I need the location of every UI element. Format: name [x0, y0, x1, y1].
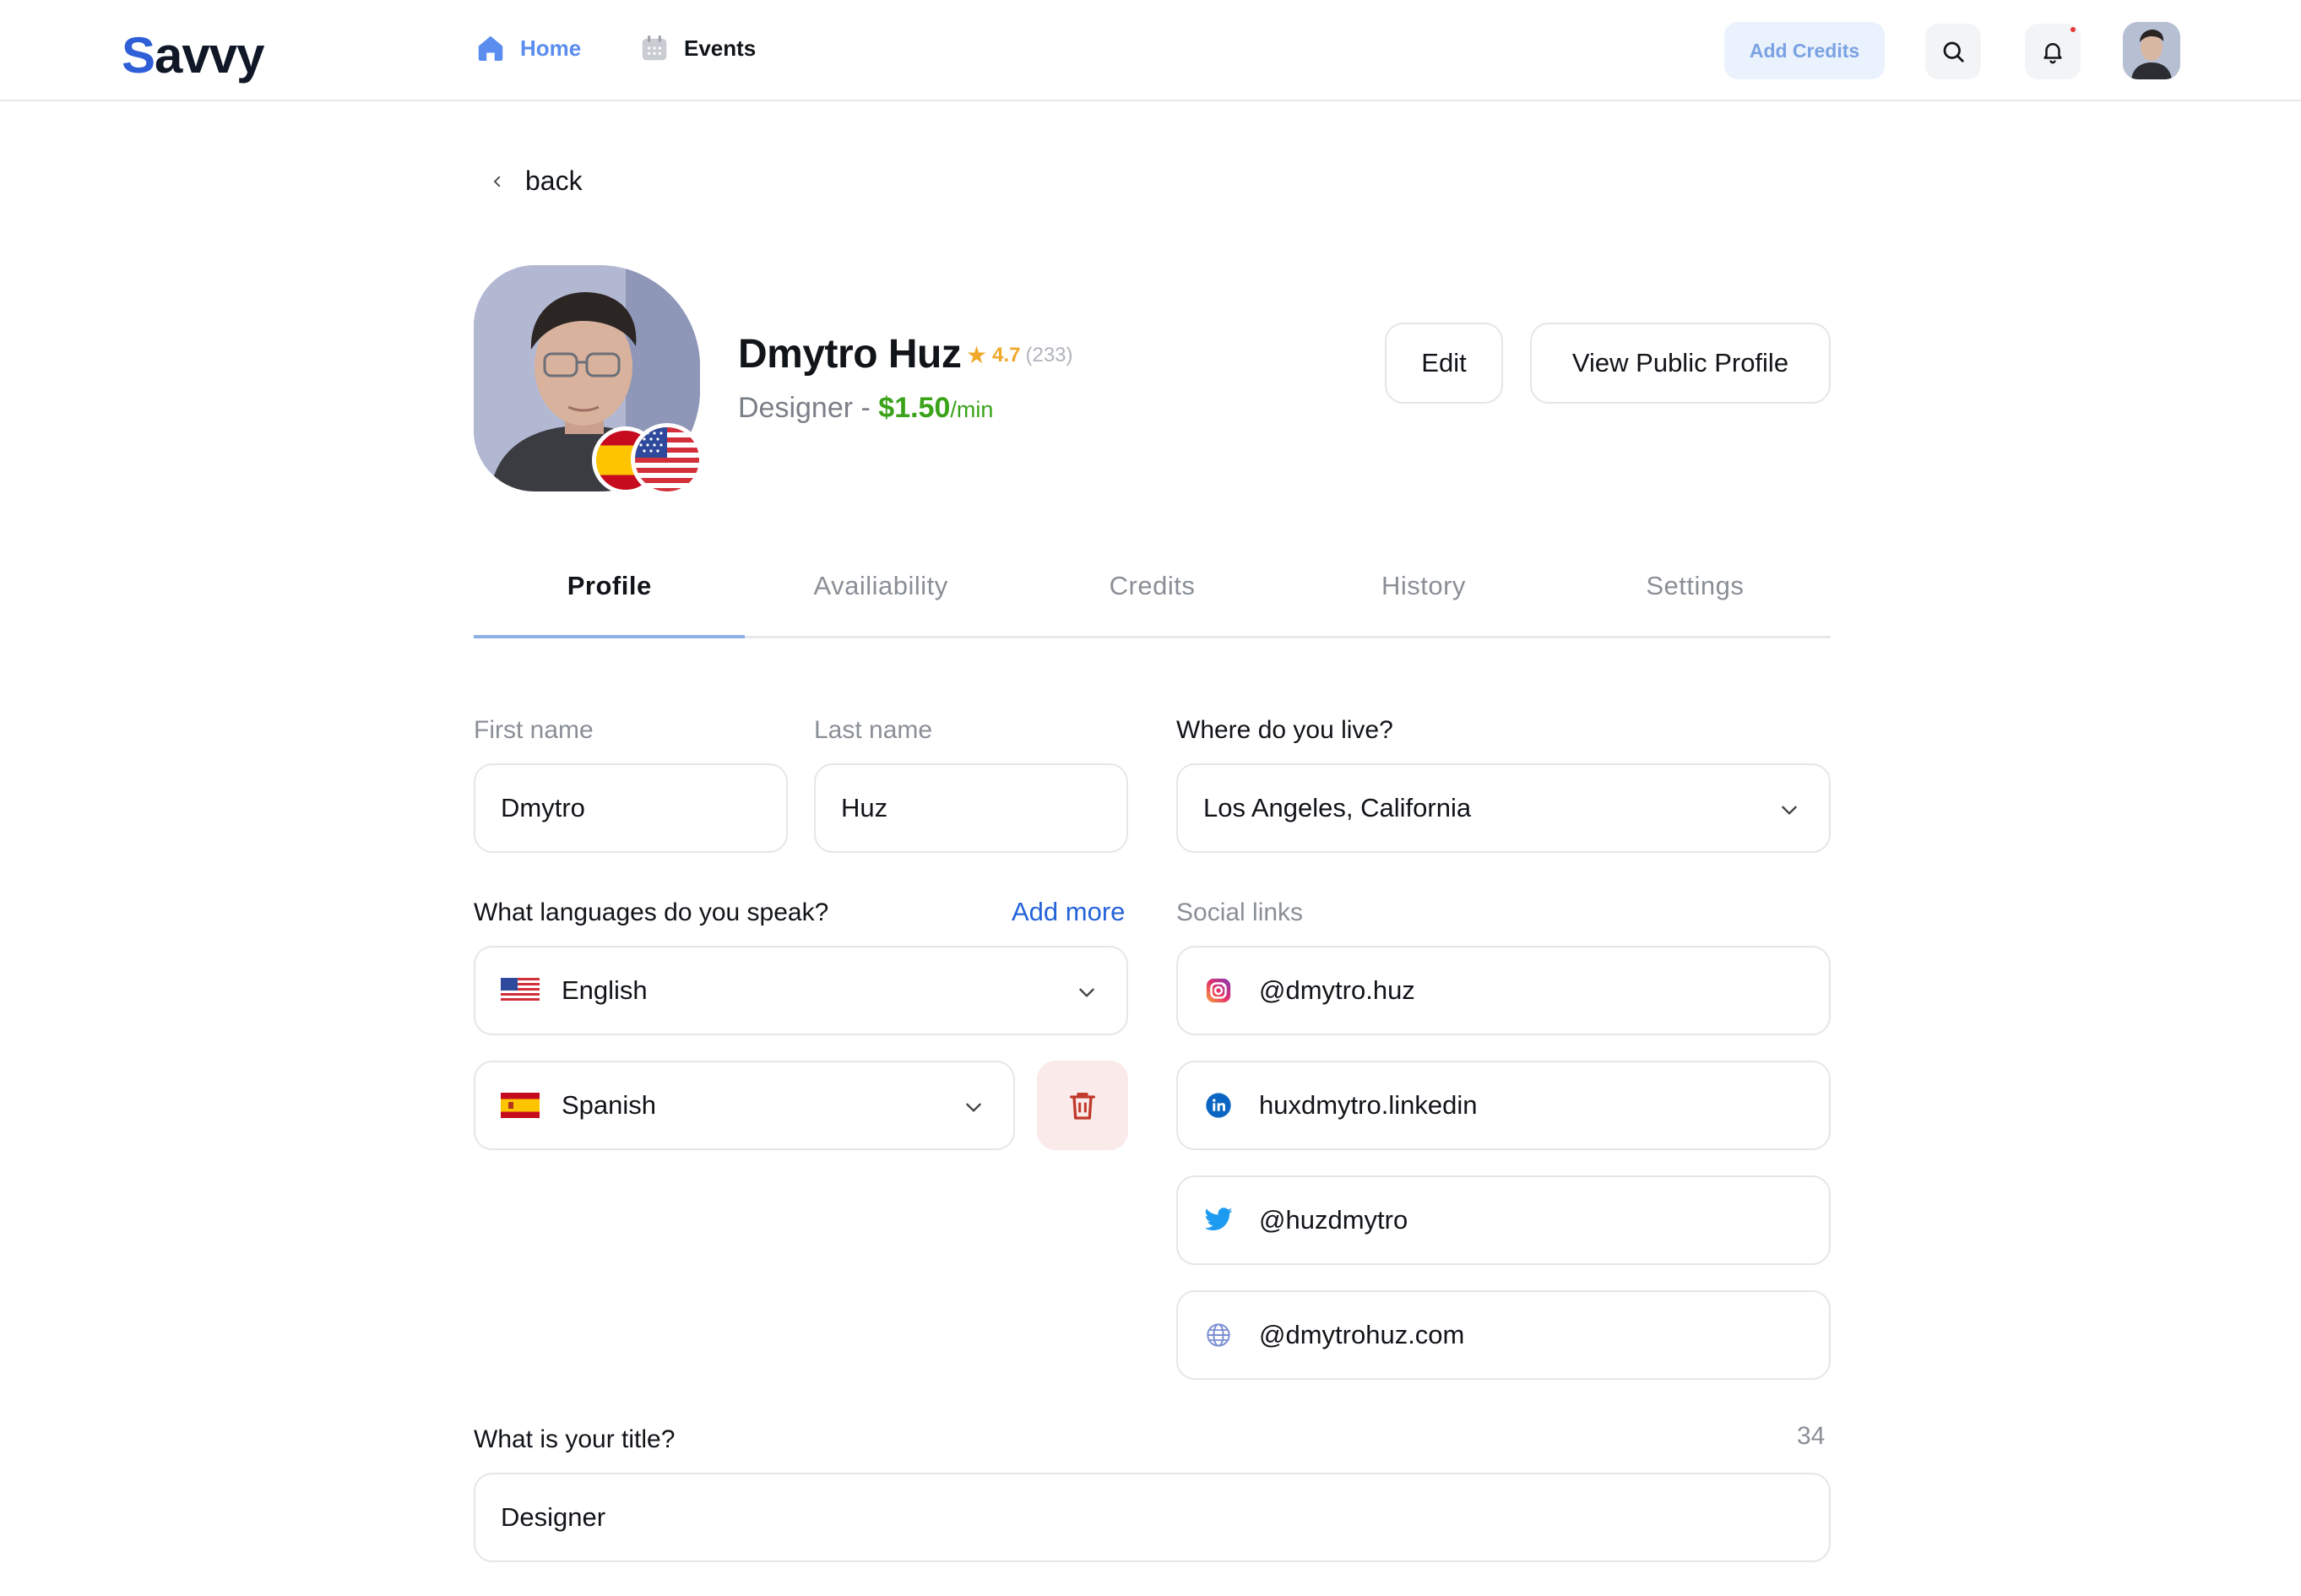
linkedin-value: huxdmytro.linkedin	[1259, 1090, 1478, 1120]
social-links-label: Social links	[1176, 898, 1304, 926]
chevron-down-icon	[1079, 988, 1094, 997]
title-input[interactable]: Designer	[474, 1473, 1831, 1562]
location-label: Where do you live?	[1176, 716, 1393, 744]
profile-rating: ★ 4.7 (233)	[966, 341, 1073, 369]
rating-value: 4.7	[992, 343, 1021, 366]
twitter-value: @huzdmytro	[1259, 1205, 1408, 1235]
profile-role-price: Designer - $1.50/min	[738, 392, 993, 425]
languages-label: What languages do you speak?	[474, 898, 829, 926]
avatar-portrait	[2123, 22, 2180, 79]
logo-letter-s: S	[122, 27, 155, 84]
chevron-down-icon	[1782, 806, 1797, 815]
usa-flag-icon	[635, 427, 699, 491]
location-value: Los Angeles, California	[1203, 793, 1472, 822]
notification-dot	[2070, 27, 2076, 32]
location-select[interactable]: Los Angeles, California	[1176, 763, 1831, 853]
globe-icon	[1203, 1320, 1234, 1350]
language-select-english[interactable]: English	[474, 946, 1128, 1035]
delete-language-button[interactable]	[1037, 1061, 1128, 1150]
website-value: @dmytrohuz.com	[1259, 1320, 1465, 1349]
title-value: Designer	[501, 1502, 606, 1532]
profile-tabs: Profile Availiability Credits History Se…	[474, 557, 1831, 638]
home-icon	[478, 35, 503, 62]
website-input[interactable]: @dmytrohuz.com	[1176, 1290, 1831, 1380]
usa-flag-icon	[501, 978, 540, 1003]
tab-settings[interactable]: Settings	[1560, 557, 1831, 636]
notifications-button[interactable]	[2025, 24, 2081, 79]
tab-credits[interactable]: Credits	[1017, 557, 1288, 636]
usa-flag-badge	[631, 423, 703, 496]
top-navbar: Savvy Home Events Add Credits	[0, 0, 2301, 101]
tab-profile[interactable]: Profile	[474, 557, 746, 638]
add-credits-button[interactable]: Add Credits	[1724, 22, 1885, 79]
savvy-logo[interactable]: Savvy	[122, 27, 265, 84]
user-avatar[interactable]	[2123, 22, 2180, 79]
first-name-value: Dmytro	[501, 793, 585, 822]
edit-profile-button[interactable]: Edit	[1385, 323, 1503, 404]
profile-price-unit: /min	[950, 397, 994, 422]
chevron-down-icon	[966, 1103, 981, 1112]
bell-icon	[2043, 43, 2062, 64]
linkedin-input[interactable]: huxdmytro.linkedin	[1176, 1061, 1831, 1150]
last-name-value: Huz	[841, 793, 888, 822]
twitter-icon	[1203, 1205, 1234, 1235]
instagram-value: @dmytro.huz	[1259, 975, 1415, 1005]
chevron-left-icon	[494, 176, 501, 187]
rating-count: (233)	[1025, 343, 1073, 366]
nav-events[interactable]: Events	[638, 32, 756, 64]
back-label: back	[525, 166, 583, 196]
tab-history[interactable]: History	[1288, 557, 1559, 636]
profile-role: Designer -	[738, 392, 879, 424]
profile-name: Dmytro Huz	[738, 332, 962, 377]
nav-home-label: Home	[520, 35, 582, 61]
search-button[interactable]	[1925, 24, 1981, 79]
search-icon	[1943, 41, 1964, 62]
nav-home[interactable]: Home	[475, 32, 581, 64]
profile-price: $1.50	[878, 392, 951, 424]
language-english-label: English	[562, 975, 648, 1005]
first-name-input[interactable]: Dmytro	[474, 763, 788, 853]
logo-text: avvy	[155, 27, 264, 84]
last-name-input[interactable]: Huz	[814, 763, 1128, 853]
tab-availability[interactable]: Availiability	[745, 557, 1016, 636]
linkedin-icon	[1203, 1090, 1234, 1121]
instagram-icon	[1203, 975, 1234, 1006]
add-more-language-link[interactable]: Add more	[1012, 897, 1125, 927]
instagram-input[interactable]: @dmytro.huz	[1176, 946, 1831, 1035]
spain-flag-icon	[501, 1093, 540, 1118]
back-link[interactable]: back	[490, 166, 583, 197]
last-name-label: Last name	[814, 716, 933, 744]
first-name-label: First name	[474, 716, 594, 744]
nav-events-label: Events	[684, 35, 757, 61]
title-label: What is your title?	[474, 1425, 676, 1453]
star-icon: ★	[966, 342, 988, 368]
title-char-counter: 34	[1797, 1422, 1826, 1450]
calendar-icon	[642, 35, 667, 61]
trash-icon	[1070, 1093, 1095, 1120]
view-public-profile-button[interactable]: View Public Profile	[1530, 323, 1831, 404]
language-select-spanish[interactable]: Spanish	[474, 1061, 1015, 1150]
language-spanish-label: Spanish	[562, 1090, 657, 1120]
twitter-input[interactable]: @huzdmytro	[1176, 1175, 1831, 1265]
